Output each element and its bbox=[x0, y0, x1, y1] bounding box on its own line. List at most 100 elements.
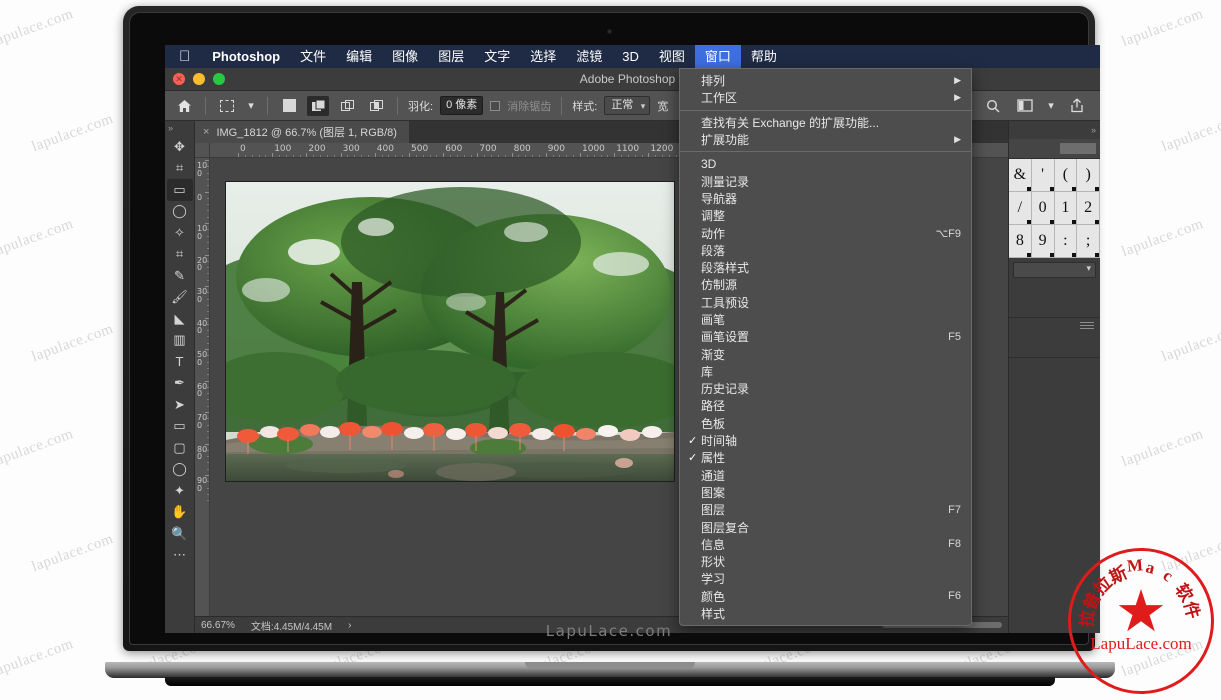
window-menu-item[interactable]: 画笔设置F5 bbox=[680, 328, 971, 345]
feather-input[interactable]: 0 像素 bbox=[440, 96, 483, 115]
properties-panel-bar[interactable] bbox=[1009, 139, 1100, 159]
path-selection-tool[interactable]: ➤ bbox=[167, 394, 193, 416]
move-tool[interactable]: ✥ bbox=[167, 136, 193, 158]
more-tools[interactable]: ⋯ bbox=[167, 545, 193, 567]
window-menu-item[interactable]: 段落样式 bbox=[680, 259, 971, 276]
eraser-tool[interactable]: ◣ bbox=[167, 308, 193, 330]
tools-panel[interactable]: » ✥⌗▭◯✧⌗✎🖌◣▥T✒➤▭▢◯✦✋🔍⋯ bbox=[165, 121, 195, 633]
window-menu-item[interactable]: 颜色F6 bbox=[680, 588, 971, 605]
window-menu-item[interactable]: 工具预设 bbox=[680, 294, 971, 311]
subtract-from-selection-button[interactable] bbox=[336, 96, 358, 116]
glyph-cell[interactable]: 0 bbox=[1032, 192, 1055, 225]
glyph-cell[interactable]: 9 bbox=[1032, 225, 1055, 258]
window-menu-item[interactable]: 路径 bbox=[680, 397, 971, 414]
lasso-tool[interactable]: ◯ bbox=[167, 201, 193, 223]
menubar-item-8[interactable]: 3D bbox=[612, 45, 649, 68]
window-menu-item[interactable]: 测量记录 bbox=[680, 172, 971, 189]
window-menu-item[interactable]: 通道 bbox=[680, 467, 971, 484]
window-menu-item[interactable]: 调整 bbox=[680, 207, 971, 224]
menubar-item-5[interactable]: 文字 bbox=[474, 45, 520, 68]
custom-shape-tool[interactable]: ✦ bbox=[167, 480, 193, 502]
object-selection-tool[interactable]: ✧ bbox=[167, 222, 193, 244]
chevron-down-icon[interactable]: ▾ bbox=[1046, 96, 1056, 116]
glyph-cell[interactable]: ' bbox=[1032, 159, 1055, 192]
window-menu-item[interactable]: 导航器 bbox=[680, 190, 971, 207]
share-icon[interactable] bbox=[1066, 96, 1088, 116]
window-menu-dropdown[interactable]: 排列▶工作区▶ 查找有关 Exchange 的扩展功能...扩展功能▶ 3D测量记录… bbox=[679, 68, 972, 626]
menubar-item-0[interactable]: Photoshop bbox=[202, 45, 290, 68]
window-menu-item[interactable]: 仿制源 bbox=[680, 276, 971, 293]
antialias-checkbox[interactable] bbox=[490, 101, 500, 111]
glyph-cell[interactable]: : bbox=[1055, 225, 1078, 258]
window-menu-item[interactable]: 图案 bbox=[680, 484, 971, 501]
menubar-item-7[interactable]: 滤镜 bbox=[566, 45, 612, 68]
rectangular-marquee-tool[interactable]: ▭ bbox=[167, 179, 193, 201]
glyph-cell[interactable]: / bbox=[1009, 192, 1032, 225]
glyph-font-select[interactable] bbox=[1013, 262, 1096, 278]
menubar-item-9[interactable]: 视图 bbox=[649, 45, 695, 68]
window-menu-item[interactable]: 渐变 bbox=[680, 345, 971, 362]
right-panel-collapse-handle[interactable]: » bbox=[1009, 121, 1100, 139]
gradient-tool[interactable]: ▥ bbox=[167, 330, 193, 352]
add-to-selection-button[interactable] bbox=[307, 96, 329, 116]
window-menu-item[interactable]: 历史记录 bbox=[680, 380, 971, 397]
rounded-rectangle-tool[interactable]: ▢ bbox=[167, 437, 193, 459]
pen-tool[interactable]: ✒ bbox=[167, 373, 193, 395]
canvas-image[interactable] bbox=[226, 182, 674, 481]
tools-panel-collapse-handle[interactable]: » bbox=[165, 123, 194, 136]
type-tool[interactable]: T bbox=[167, 351, 193, 373]
ellipse-tool[interactable]: ◯ bbox=[167, 459, 193, 481]
window-menu-item[interactable]: ✓时间轴 bbox=[680, 432, 971, 449]
apple-icon[interactable]:  bbox=[175, 46, 202, 67]
window-menu-item[interactable]: 信息F8 bbox=[680, 536, 971, 553]
properties-value-field[interactable] bbox=[1060, 143, 1096, 154]
eyedropper-tool[interactable]: ✎ bbox=[167, 265, 193, 287]
window-menu-item[interactable]: 库 bbox=[680, 363, 971, 380]
window-menu-item[interactable]: 3D bbox=[680, 155, 971, 172]
new-selection-button[interactable] bbox=[278, 96, 300, 116]
glyph-cell[interactable]: & bbox=[1009, 159, 1032, 192]
menubar-item-2[interactable]: 编辑 bbox=[336, 45, 382, 68]
window-menu-item[interactable]: 图层复合 bbox=[680, 518, 971, 535]
rectangle-tool[interactable]: ▭ bbox=[167, 416, 193, 438]
hand-tool[interactable]: ✋ bbox=[167, 502, 193, 524]
glyph-cell[interactable]: 8 bbox=[1009, 225, 1032, 258]
vertical-ruler[interactable]: 1000100200300400500600700800900 bbox=[195, 158, 210, 616]
glyph-cell[interactable]: ; bbox=[1077, 225, 1100, 258]
window-menu-item[interactable]: 段落 bbox=[680, 242, 971, 259]
style-select[interactable]: 正常 bbox=[604, 96, 650, 115]
glyph-cell[interactable]: 2 bbox=[1077, 192, 1100, 225]
menubar-item-10[interactable]: 窗口 bbox=[695, 45, 741, 68]
window-menu-item[interactable]: 学习 bbox=[680, 570, 971, 587]
window-menu-item[interactable]: 色板 bbox=[680, 415, 971, 432]
glyph-cell[interactable]: 1 bbox=[1055, 192, 1078, 225]
document-tab[interactable]: × IMG_1812 @ 66.7% (图层 1, RGB/8) bbox=[195, 121, 409, 143]
window-menu-item[interactable]: 图层F7 bbox=[680, 501, 971, 518]
window-menu-item[interactable]: 查找有关 Exchange 的扩展功能... bbox=[680, 114, 971, 131]
rectangular-marquee-tool-preset-icon[interactable] bbox=[216, 96, 238, 116]
menubar-item-1[interactable]: 文件 bbox=[290, 45, 336, 68]
intersect-selection-button[interactable] bbox=[365, 96, 387, 116]
glyph-cell[interactable]: ) bbox=[1077, 159, 1100, 192]
window-menu-item[interactable]: 形状 bbox=[680, 553, 971, 570]
crop-tool[interactable]: ⌗ bbox=[167, 244, 193, 266]
close-icon[interactable]: × bbox=[203, 126, 209, 138]
window-menu-item[interactable]: 样式 bbox=[680, 605, 971, 622]
window-menu-item[interactable]: 排列▶ bbox=[680, 72, 971, 89]
menubar-item-11[interactable]: 帮助 bbox=[741, 45, 787, 68]
search-icon[interactable] bbox=[982, 96, 1004, 116]
zoom-tool[interactable]: 🔍 bbox=[167, 523, 193, 545]
workspace-switcher-icon[interactable] bbox=[1014, 96, 1036, 116]
window-menu-item[interactable]: ✓属性 bbox=[680, 449, 971, 466]
mac-menu-bar[interactable]:  Photoshop文件编辑图像图层文字选择滤镜3D视图窗口帮助 bbox=[165, 45, 1100, 68]
panel-resize-grip[interactable] bbox=[1009, 318, 1100, 332]
window-menu-item[interactable]: 画笔 bbox=[680, 311, 971, 328]
window-menu-item[interactable]: 扩展功能▶ bbox=[680, 131, 971, 148]
ruler-corner[interactable] bbox=[195, 143, 210, 158]
artboard-tool[interactable]: ⌗ bbox=[167, 158, 193, 180]
glyphs-panel-grid[interactable]: &'()/01289:; bbox=[1009, 159, 1100, 258]
chevron-down-icon[interactable]: ▾ bbox=[245, 96, 257, 116]
brush-tool[interactable]: 🖌 bbox=[167, 287, 193, 309]
menubar-item-3[interactable]: 图像 bbox=[382, 45, 428, 68]
window-menu-item[interactable]: 工作区▶ bbox=[680, 89, 971, 106]
